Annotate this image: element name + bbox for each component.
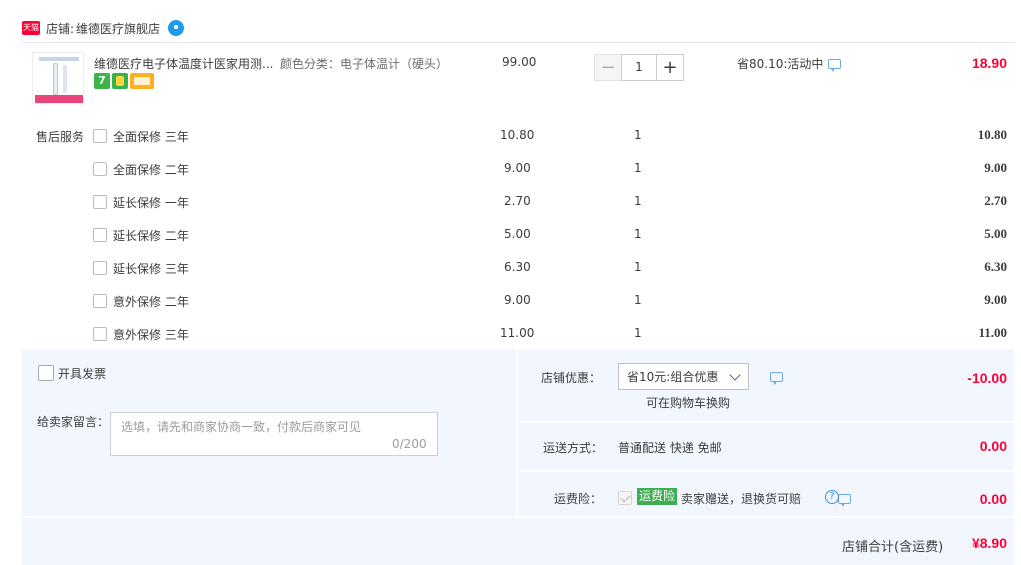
freight-insurance-label: 运费险： xyxy=(554,492,603,506)
service-name: 全面保修 三年 xyxy=(113,130,189,144)
insurance-icon[interactable] xyxy=(112,73,128,89)
service-price: 9.00 xyxy=(504,293,531,307)
service-qty: 1 xyxy=(634,194,642,208)
shop-label: 店铺: xyxy=(46,21,75,36)
promo-text: 省80.10:活动中 xyxy=(737,57,824,71)
service-sum: 2.70 xyxy=(984,193,1007,208)
service-sum: 11.00 xyxy=(978,325,1007,340)
service-name: 延长保修 二年 xyxy=(113,229,189,243)
service-price: 11.00 xyxy=(500,326,535,340)
service-sum: 9.00 xyxy=(984,160,1007,175)
shop-total-label: 店铺合计(含运费) xyxy=(842,540,944,555)
seven-day-return-icon[interactable]: 7 xyxy=(94,73,110,89)
discount-note: 可在购物车换购 xyxy=(646,396,731,410)
service-qty: 1 xyxy=(634,161,642,175)
quantity-stepper: − 1 + xyxy=(594,54,684,81)
service-name: 意外保修 三年 xyxy=(113,328,189,342)
invoice-checkbox[interactable] xyxy=(38,365,54,381)
comment-icon[interactable] xyxy=(770,372,783,385)
increment-button[interactable]: + xyxy=(656,54,684,81)
product-unit-price: 99.00 xyxy=(502,55,537,69)
help-icon[interactable]: ? xyxy=(825,490,839,504)
tmall-logo-icon: 天猫 xyxy=(22,21,40,35)
freight-insurance-checkbox xyxy=(618,491,632,505)
promo-info: 省80.10:活动中 xyxy=(737,55,842,72)
chevron-down-icon xyxy=(729,369,741,381)
service-checkbox[interactable] xyxy=(93,162,107,176)
service-price: 5.00 xyxy=(504,227,531,241)
seller-message-label: 给卖家留言： xyxy=(37,415,110,429)
seller-message-placeholder: 选填，请先和商家协商一致，付款后商家可见 xyxy=(121,420,362,434)
char-counter: 0/200 xyxy=(392,437,427,451)
product-thumbnail[interactable] xyxy=(32,52,84,104)
divider xyxy=(22,42,1014,43)
service-price: 9.00 xyxy=(504,161,531,175)
service-price: 2.70 xyxy=(504,194,531,208)
shop-discount-select[interactable]: 省10元:组合优惠 xyxy=(618,363,749,390)
divider xyxy=(22,516,1014,518)
product-service-icons: 7 xyxy=(94,73,154,89)
service-price: 6.30 xyxy=(504,260,531,274)
freight-insurance-text: 卖家赠送，退换货可赔 xyxy=(681,492,802,506)
product-title-link[interactable]: 维德医疗电子体温度计医家用测... xyxy=(94,55,276,72)
service-checkbox[interactable] xyxy=(93,129,107,143)
service-name: 延长保修 一年 xyxy=(113,196,189,210)
service-checkbox[interactable] xyxy=(93,327,107,341)
service-name: 延长保修 三年 xyxy=(113,262,189,276)
divider xyxy=(518,421,1014,423)
shop-discount-label: 店铺优惠： xyxy=(541,371,602,385)
shop-discount-value: 省10元:组合优惠 xyxy=(627,370,719,384)
chat-contact-icon[interactable] xyxy=(168,20,185,36)
freight-insurance-amount: 0.00 xyxy=(979,491,1007,507)
invoice-label[interactable]: 开具发票 xyxy=(58,365,106,382)
service-price: 10.80 xyxy=(500,128,535,142)
shop-header: 天猫 店铺: 维德医疗旗舰店 xyxy=(22,18,185,38)
service-sum: 6.30 xyxy=(984,259,1007,274)
service-qty: 1 xyxy=(634,227,642,241)
service-checkbox[interactable] xyxy=(93,294,107,308)
after-sales-label: 售后服务 xyxy=(36,130,85,144)
service-checkbox[interactable] xyxy=(93,195,107,209)
service-qty: 1 xyxy=(634,260,642,274)
shop-total-amount: ¥8.90 xyxy=(971,535,1007,551)
decrement-button[interactable]: − xyxy=(594,54,622,81)
divider xyxy=(516,349,518,517)
shipping-method: 普通配送 快递 免邮 xyxy=(618,441,722,455)
shipping-label: 运送方式： xyxy=(543,441,604,455)
service-qty: 1 xyxy=(634,128,642,142)
service-qty: 1 xyxy=(634,293,642,307)
order-options-panel xyxy=(22,349,1014,565)
comment-icon[interactable] xyxy=(837,494,851,507)
shop-name-link[interactable]: 维德医疗旗舰店 xyxy=(76,20,160,37)
service-checkbox[interactable] xyxy=(93,228,107,242)
comment-icon[interactable] xyxy=(828,58,842,72)
service-checkbox[interactable] xyxy=(93,261,107,275)
quantity-input[interactable]: 1 xyxy=(621,54,657,81)
shipping-amount: 0.00 xyxy=(979,438,1007,454)
service-name: 意外保修 二年 xyxy=(113,295,189,309)
service-sum: 10.80 xyxy=(977,127,1007,142)
discount-amount: -10.00 xyxy=(967,370,1007,386)
service-sum: 5.00 xyxy=(984,226,1007,241)
service-name: 全面保修 二年 xyxy=(113,163,189,177)
product-sku: 颜色分类：电子体温计（硬头） xyxy=(280,57,449,71)
service-qty: 1 xyxy=(634,326,642,340)
service-sum: 9.00 xyxy=(984,292,1007,307)
freight-insurance-badge: 运费险 xyxy=(637,488,678,505)
divider xyxy=(518,470,1014,472)
card-payment-icon[interactable] xyxy=(130,73,154,89)
product-subtotal: 18.90 xyxy=(971,55,1007,71)
